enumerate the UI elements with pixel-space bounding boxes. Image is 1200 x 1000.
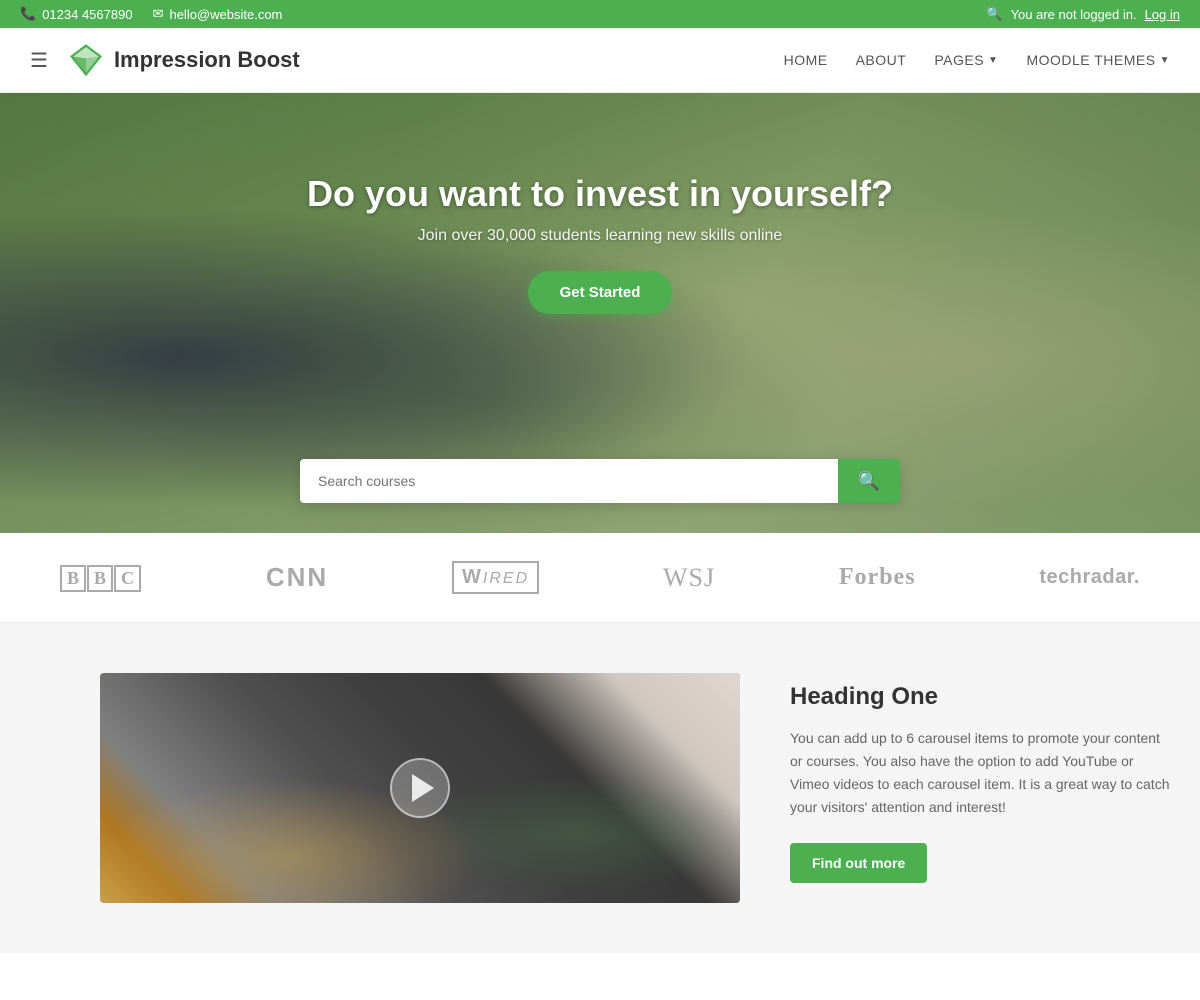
email-address: hello@website.com [169, 7, 282, 22]
content-text-area: Heading One You can add up to 6 carousel… [790, 673, 1170, 903]
topbar: 📞 01234 4567890 ✉ hello@website.com 🔍 Yo… [0, 0, 1200, 28]
nav-about[interactable]: ABOUT [856, 52, 907, 68]
nav-pages-label: PAGES [934, 52, 984, 68]
search-submit-button[interactable]: 🔍 [838, 459, 900, 503]
search-icon[interactable]: 🔍 [986, 6, 1002, 22]
topbar-left: 📞 01234 4567890 ✉ hello@website.com [20, 6, 282, 22]
hero-heading: Do you want to invest in yourself? [307, 173, 893, 215]
login-link[interactable]: Log in [1145, 7, 1180, 22]
bbc-logo: BBC [60, 564, 142, 592]
content-image [100, 673, 740, 903]
main-nav: HOME ABOUT PAGES ▼ MOODLE THEMES ▼ [784, 52, 1170, 68]
find-out-more-button[interactable]: Find out more [790, 843, 927, 883]
site-name: Impression Boost [114, 47, 300, 73]
wsj-logo: WSJ [663, 563, 715, 593]
header: ☰ Impression Boost HOME ABOUT PAGES ▼ MO… [0, 28, 1200, 93]
hamburger-icon[interactable]: ☰ [30, 48, 48, 73]
logo-diamond-icon [68, 42, 104, 78]
pages-caret-icon: ▼ [988, 55, 998, 66]
content-section: Heading One You can add up to 6 carousel… [0, 623, 1200, 953]
nav-moodle-themes-label: MOODLE THEMES [1026, 52, 1155, 68]
course-search-bar: 🔍 [300, 459, 900, 503]
wired-logo: WIRED [452, 561, 539, 594]
search-form: 🔍 [300, 459, 900, 503]
hero-content: Do you want to invest in yourself? Join … [307, 173, 893, 314]
logo-area: ☰ Impression Boost [30, 42, 300, 78]
logos-bar: BBC CNN WIRED WSJ Forbes techradar. [0, 533, 1200, 623]
email-icon: ✉ [153, 6, 164, 22]
content-body: You can add up to 6 carousel items to pr… [790, 727, 1170, 819]
phone-number: 01234 4567890 [42, 7, 132, 22]
email-info: ✉ hello@website.com [153, 6, 283, 22]
hero-subheading: Join over 30,000 students learning new s… [307, 227, 893, 245]
search-input[interactable] [300, 459, 838, 503]
nav-moodle-themes-dropdown[interactable]: MOODLE THEMES ▼ [1026, 52, 1170, 68]
get-started-button[interactable]: Get Started [528, 271, 673, 314]
content-heading: Heading One [790, 683, 1170, 711]
moodle-themes-caret-icon: ▼ [1160, 55, 1170, 66]
hero-section: Do you want to invest in yourself? Join … [0, 93, 1200, 533]
play-button[interactable] [390, 758, 450, 818]
techradar-logo: techradar. [1039, 566, 1140, 589]
nav-home[interactable]: HOME [784, 52, 828, 68]
phone-info: 📞 01234 4567890 [20, 6, 133, 22]
forbes-logo: Forbes [839, 564, 916, 591]
login-status-text: You are not logged in. [1011, 7, 1137, 22]
phone-icon: 📞 [20, 6, 36, 22]
nav-pages-dropdown[interactable]: PAGES ▼ [934, 52, 998, 68]
topbar-right: 🔍 You are not logged in. Log in [986, 6, 1180, 22]
cnn-logo: CNN [266, 562, 328, 593]
